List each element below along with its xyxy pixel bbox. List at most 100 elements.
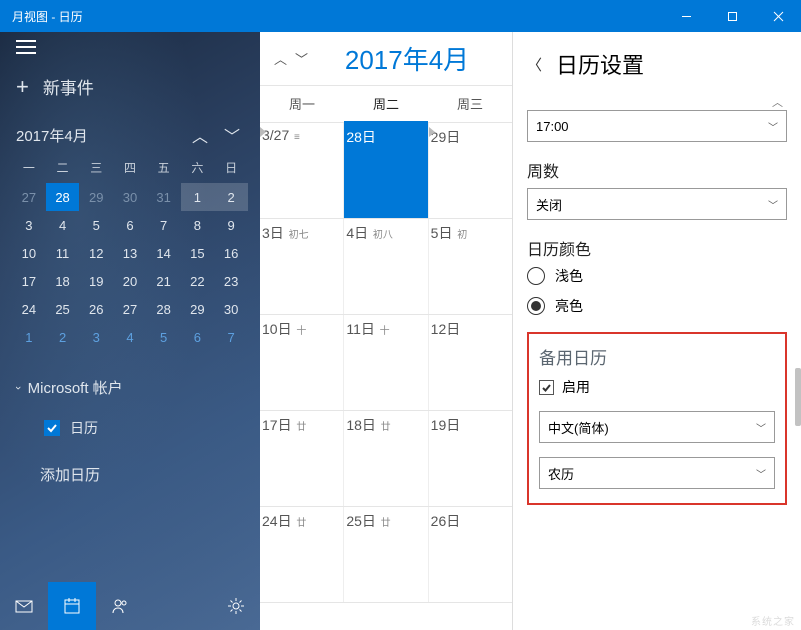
mini-cal-day[interactable]: 27 [113, 295, 147, 323]
minimize-button[interactable] [663, 0, 709, 32]
mini-cal-next[interactable]: ﹀ [220, 121, 244, 149]
prev-month-button[interactable]: ︿ [270, 45, 291, 72]
hamburger-button[interactable] [0, 32, 260, 62]
mini-cal-day[interactable]: 31 [147, 183, 181, 211]
mini-cal-day[interactable]: 3 [79, 323, 113, 351]
mini-cal-day[interactable]: 6 [113, 211, 147, 239]
mini-dow-cell: 日 [214, 155, 248, 183]
day-cell[interactable]: 24日 廿 [260, 507, 344, 602]
mini-cal-day[interactable]: 7 [147, 211, 181, 239]
mini-cal-day[interactable]: 5 [79, 211, 113, 239]
mini-cal-day[interactable]: 5 [147, 323, 181, 351]
mini-cal-day[interactable]: 29 [181, 295, 215, 323]
dow-header: 周三 [428, 86, 512, 123]
calendar-button[interactable] [48, 582, 96, 630]
enable-checkbox-row[interactable]: 启用 [539, 377, 775, 397]
mini-cal-day[interactable]: 1 [12, 323, 46, 351]
mini-cal-day[interactable]: 6 [181, 323, 215, 351]
mini-cal-day[interactable]: 12 [79, 239, 113, 267]
calendar-name: 日历 [70, 418, 98, 438]
language-select[interactable]: 中文(简体) ﹀ [539, 411, 775, 443]
mini-cal-day[interactable]: 1 [181, 183, 215, 211]
mini-cal-day[interactable]: 26 [79, 295, 113, 323]
checkbox-icon [539, 380, 554, 395]
people-button[interactable] [96, 582, 144, 630]
color-light-radio[interactable]: 浅色 [527, 266, 787, 286]
time-select[interactable]: 17:00 ﹀ [527, 110, 787, 142]
settings-panel: 〈 日历设置 ︿ 17:00 ﹀ 周数 关闭 ﹀ 日历颜色 [513, 32, 801, 630]
calendar-title: 2017年4月 [312, 40, 502, 77]
color-bright-radio[interactable]: 亮色 [527, 296, 787, 316]
new-event-button[interactable]: + 新事件 [0, 62, 260, 111]
titlebar: 月视图 - 日历 [0, 0, 801, 32]
alternate-calendar-section: 备用日历 启用 中文(简体) ﹀ 农历 ﹀ [527, 332, 787, 505]
mini-cal-day[interactable]: 28 [147, 295, 181, 323]
mini-cal-day[interactable]: 4 [113, 323, 147, 351]
mini-cal-day[interactable]: 19 [79, 267, 113, 295]
calendar-checkbox-row[interactable]: 日历 [0, 408, 260, 448]
mini-cal-day[interactable]: 13 [113, 239, 147, 267]
day-cell[interactable]: 17日 廿 [260, 411, 344, 506]
calendar-type-select[interactable]: 农历 ﹀ [539, 457, 775, 489]
settings-button[interactable] [212, 582, 260, 630]
chevron-down-icon: ﹀ [768, 197, 778, 212]
mini-cal-day[interactable]: 27 [12, 183, 46, 211]
next-month-button[interactable]: ﹀ [291, 45, 312, 72]
mini-cal-day[interactable]: 20 [113, 267, 147, 295]
day-cell[interactable]: 19日 [429, 411, 512, 506]
mini-cal-day[interactable]: 10 [12, 239, 46, 267]
mini-cal-day[interactable]: 29 [79, 183, 113, 211]
mini-cal-day[interactable]: 2 [46, 323, 80, 351]
mini-cal-day[interactable]: 22 [181, 267, 215, 295]
mini-cal-day[interactable]: 25 [46, 295, 80, 323]
scroll-up-icon[interactable]: ︿ [527, 94, 787, 110]
weeks-value: 关闭 [536, 195, 562, 214]
mini-cal-day[interactable]: 3 [12, 211, 46, 239]
day-cell[interactable]: 28日 [344, 123, 428, 218]
mini-cal-title: 2017年4月 [16, 125, 88, 146]
mail-button[interactable] [0, 582, 48, 630]
account-toggle[interactable]: › Microsoft 帐户 [0, 367, 260, 408]
day-cell[interactable]: 3日 初七 [260, 219, 344, 314]
mini-cal-day[interactable]: 11 [46, 239, 80, 267]
day-cell[interactable]: 11日 十 [344, 315, 428, 410]
mini-cal-day[interactable]: 4 [46, 211, 80, 239]
mini-cal-day[interactable]: 30 [214, 295, 248, 323]
day-cell[interactable]: 18日 廿 [344, 411, 428, 506]
titlebar-title: 月视图 - 日历 [0, 8, 663, 25]
mini-cal-day[interactable]: 16 [214, 239, 248, 267]
weeks-select[interactable]: 关闭 ﹀ [527, 188, 787, 220]
mini-cal-day[interactable]: 24 [12, 295, 46, 323]
mini-cal-day[interactable]: 23 [214, 267, 248, 295]
mini-cal-day[interactable]: 14 [147, 239, 181, 267]
mini-cal-day[interactable]: 17 [12, 267, 46, 295]
day-cell[interactable]: 4日 初八 [344, 219, 428, 314]
day-cell[interactable]: 5日 初 [429, 219, 512, 314]
day-cell[interactable]: 3/27 ≡ [260, 123, 344, 218]
mini-cal-day[interactable]: 7 [214, 323, 248, 351]
checkbox-icon [44, 420, 60, 436]
settings-title: 日历设置 [556, 48, 644, 80]
calendar-type-value: 农历 [548, 464, 574, 483]
day-cell[interactable]: 29日 [429, 123, 512, 218]
scrollbar[interactable] [793, 78, 801, 630]
day-cell[interactable]: 25日 廿 [344, 507, 428, 602]
close-button[interactable] [755, 0, 801, 32]
time-value: 17:00 [536, 119, 569, 134]
enable-label: 启用 [562, 377, 590, 397]
mini-cal-day[interactable]: 28 [46, 183, 80, 211]
day-cell[interactable]: 10日 十 [260, 315, 344, 410]
back-button[interactable]: 〈 [527, 54, 542, 75]
add-calendar-button[interactable]: 添加日历 [0, 448, 260, 495]
maximize-button[interactable] [709, 0, 755, 32]
mini-cal-day[interactable]: 30 [113, 183, 147, 211]
day-cell[interactable]: 12日 [429, 315, 512, 410]
mini-cal-prev[interactable]: ︿ [188, 121, 212, 149]
mini-cal-day[interactable]: 15 [181, 239, 215, 267]
mini-cal-day[interactable]: 8 [181, 211, 215, 239]
mini-cal-day[interactable]: 2 [214, 183, 248, 211]
mini-cal-day[interactable]: 18 [46, 267, 80, 295]
mini-cal-day[interactable]: 9 [214, 211, 248, 239]
day-cell[interactable]: 26日 [429, 507, 512, 602]
mini-cal-day[interactable]: 21 [147, 267, 181, 295]
